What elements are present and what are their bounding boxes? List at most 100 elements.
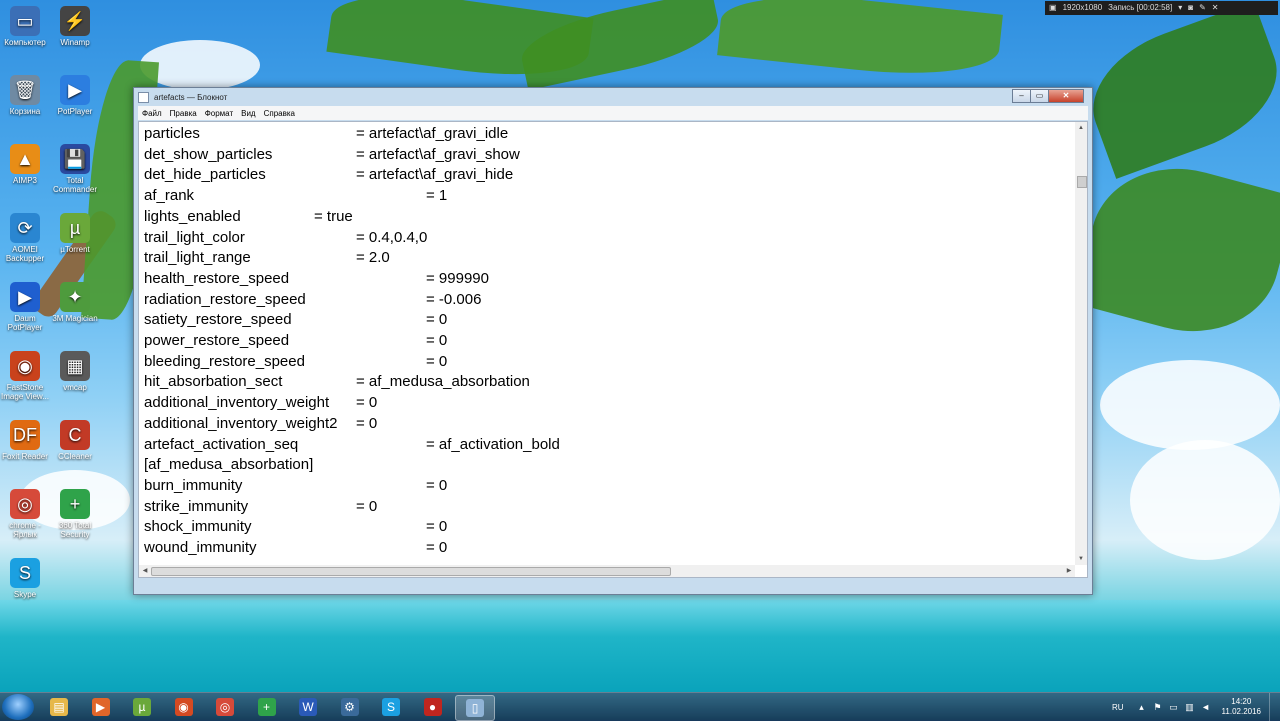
language-indicator[interactable]: RU bbox=[1102, 703, 1134, 712]
potplayer-icon: ▶ bbox=[60, 75, 90, 105]
start-button[interactable] bbox=[2, 694, 34, 720]
menu-edit[interactable]: Правка bbox=[166, 109, 201, 118]
wallpaper-tree-leaves bbox=[1072, 148, 1280, 352]
desktop-shortcut[interactable]: ✦ 3M Magician bbox=[47, 282, 103, 323]
line-value: = 0 bbox=[426, 539, 448, 556]
desktop-shortcut[interactable]: ▲ AIMP3 bbox=[0, 144, 53, 185]
line-key: particles bbox=[144, 125, 200, 142]
desktop-shortcut[interactable]: +360 Total Security bbox=[47, 489, 103, 539]
taskbar-button[interactable]: ▤ bbox=[40, 695, 78, 719]
360-security-icon: + bbox=[60, 489, 90, 519]
text-editor-area[interactable]: particles = artefact\af_gravi_idle det_sho… bbox=[138, 121, 1088, 578]
tray-network-icon[interactable]: ▥ bbox=[1185, 702, 1195, 712]
line-value: = 0 bbox=[426, 311, 448, 329]
taskbar-button[interactable]: ▶ bbox=[82, 695, 120, 719]
line-value: = af_medusa_absorbation bbox=[356, 373, 530, 391]
desktop-shortcut[interactable]: ▶ PotPlayer bbox=[47, 75, 103, 116]
line-key: wound_immunity bbox=[144, 539, 257, 556]
tray-monitor-icon[interactable]: ▭ bbox=[1169, 702, 1179, 712]
desktop-shortcut[interactable]: ▶ Daum PotPlayer bbox=[0, 282, 53, 332]
desktop-shortcut[interactable]: ▭ Компьютер bbox=[0, 6, 53, 47]
tray-volume-icon[interactable]: ◄ bbox=[1201, 702, 1211, 712]
chrome-icon: ◎ bbox=[216, 698, 234, 716]
scroll-right-icon[interactable]: ▶ bbox=[1063, 565, 1075, 577]
scroll-left-icon[interactable]: ◀ bbox=[139, 565, 151, 577]
desktop-shortcut[interactable]: ⚡ Winamp bbox=[47, 6, 103, 47]
word-icon: W bbox=[299, 698, 317, 716]
taskbar-button[interactable]: µ bbox=[123, 695, 161, 719]
taskbar-button[interactable]: W bbox=[289, 695, 327, 719]
minimize-button[interactable]: – bbox=[1012, 89, 1031, 103]
line-key: health_restore_speed bbox=[144, 269, 290, 287]
vertical-scroll-thumb[interactable] bbox=[1077, 176, 1087, 188]
desktop-shortcut-label: Winamp bbox=[60, 38, 90, 47]
wallpaper-cloud bbox=[1100, 360, 1280, 450]
clock[interactable]: 14:20 11.02.2016 bbox=[1214, 697, 1269, 717]
desktop-shortcut[interactable]: µ µTorrent bbox=[47, 213, 103, 254]
line-value: = 0 bbox=[426, 518, 448, 536]
taskbar-button[interactable]: ⚙ bbox=[331, 695, 369, 719]
close-button[interactable]: ✕ bbox=[1048, 89, 1084, 103]
foxit-icon: DF bbox=[10, 420, 40, 450]
text-line: radiation_restore_speed = -0.006 bbox=[144, 290, 481, 310]
line-key: hit_absorbation_sect bbox=[144, 373, 283, 391]
scroll-up-icon[interactable]: ▲ bbox=[1075, 122, 1087, 134]
overlay-close-icon[interactable]: ✕ bbox=[1212, 1, 1219, 15]
overlay-camera-icon[interactable]: ◙ bbox=[1188, 1, 1193, 15]
text-line: health_restore_speed = 999990 bbox=[144, 269, 489, 289]
taskbar-button[interactable]: S bbox=[372, 695, 410, 719]
text-line: bleeding_restore_speed = 0 bbox=[144, 352, 447, 372]
line-value: = 999990 bbox=[426, 269, 489, 287]
utorrent-icon: µ bbox=[60, 213, 90, 243]
overlay-menu-icon[interactable]: ▾ bbox=[1178, 1, 1182, 15]
text-line: trail_light_color = 0.4,0.4,0 bbox=[144, 228, 427, 248]
desktop-shortcut[interactable]: S Skype bbox=[0, 558, 53, 599]
taskbar-button[interactable]: ● bbox=[414, 695, 452, 719]
taskbar-button[interactable]: ▯ bbox=[455, 695, 495, 721]
desktop-shortcut[interactable]: C CCleaner bbox=[47, 420, 103, 461]
menu-format[interactable]: Формат bbox=[201, 109, 237, 118]
line-value: = 0 bbox=[426, 352, 448, 370]
chrome-icon: ◎ bbox=[10, 489, 40, 519]
line-key: det_show_particles bbox=[144, 145, 273, 163]
overlay-monitor-icon: ▣ bbox=[1049, 3, 1057, 12]
desktop-shortcut[interactable]: ◉ FastStone Image View... bbox=[0, 351, 53, 401]
menu-help[interactable]: Справка bbox=[260, 109, 299, 118]
scroll-down-icon[interactable]: ▼ bbox=[1075, 553, 1087, 565]
total-commander-icon: 💾 bbox=[60, 144, 90, 174]
taskbar-button[interactable]: + bbox=[248, 695, 286, 719]
clock-time: 14:20 bbox=[1231, 697, 1252, 706]
text-line: af_rank = 1 bbox=[144, 186, 447, 206]
text-content[interactable]: particles = artefact\af_gravi_idle det_sho… bbox=[139, 122, 1075, 565]
taskbar-button[interactable]: ◉ bbox=[165, 695, 203, 719]
desktop-shortcut[interactable]: ▦ vmcap bbox=[47, 351, 103, 392]
wallpaper-tree-leaves bbox=[1075, 1, 1280, 179]
horizontal-scroll-thumb[interactable] bbox=[151, 567, 671, 576]
desktop-shortcut-label: 360 Total Security bbox=[58, 521, 92, 539]
menu-view[interactable]: Вид bbox=[237, 109, 259, 118]
computer-icon: ▭ bbox=[10, 6, 40, 36]
maximize-button[interactable]: ▭ bbox=[1030, 89, 1049, 103]
desktop-shortcut[interactable]: ◎ chrome - Ярлык bbox=[0, 489, 53, 539]
notepad-window[interactable]: artefacts — Блокнот – ▭ ✕ Файл Правка Фо… bbox=[133, 87, 1093, 595]
overlay-pencil-icon[interactable]: ✎ bbox=[1199, 1, 1206, 15]
tray-flag-icon[interactable]: ⚑ bbox=[1153, 702, 1163, 712]
desktop-shortcut-label: Корзина bbox=[9, 107, 41, 116]
tray-expand-icon[interactable]: ▴ bbox=[1137, 702, 1147, 712]
menu-bar: Файл Правка Формат Вид Справка bbox=[138, 106, 1088, 120]
desktop-shortcut[interactable]: ⟳ AOMEI Backupper bbox=[0, 213, 53, 263]
desktop-shortcut-label: AOMEI Backupper bbox=[5, 245, 45, 263]
vertical-scrollbar[interactable]: ▲ ▼ bbox=[1075, 122, 1087, 565]
show-desktop-button[interactable] bbox=[1269, 693, 1280, 721]
line-value: = artefact\af_gravi_hide bbox=[356, 166, 514, 184]
taskbar-button[interactable]: ◎ bbox=[206, 695, 244, 719]
menu-file[interactable]: Файл bbox=[138, 109, 166, 118]
line-value: = true bbox=[314, 207, 353, 225]
desktop-shortcut[interactable]: 🗑 Корзина bbox=[0, 75, 53, 116]
desktop-shortcut[interactable]: 💾 Total Commander bbox=[47, 144, 103, 194]
desktop-shortcut[interactable]: DF Foxit Reader bbox=[0, 420, 53, 461]
text-line: lights_enabled = true bbox=[144, 207, 353, 227]
horizontal-scrollbar[interactable]: ◀ ▶ bbox=[139, 565, 1075, 577]
ccleaner-icon: C bbox=[60, 420, 90, 450]
window-titlebar[interactable]: artefacts — Блокнот – ▭ ✕ bbox=[134, 88, 1092, 106]
